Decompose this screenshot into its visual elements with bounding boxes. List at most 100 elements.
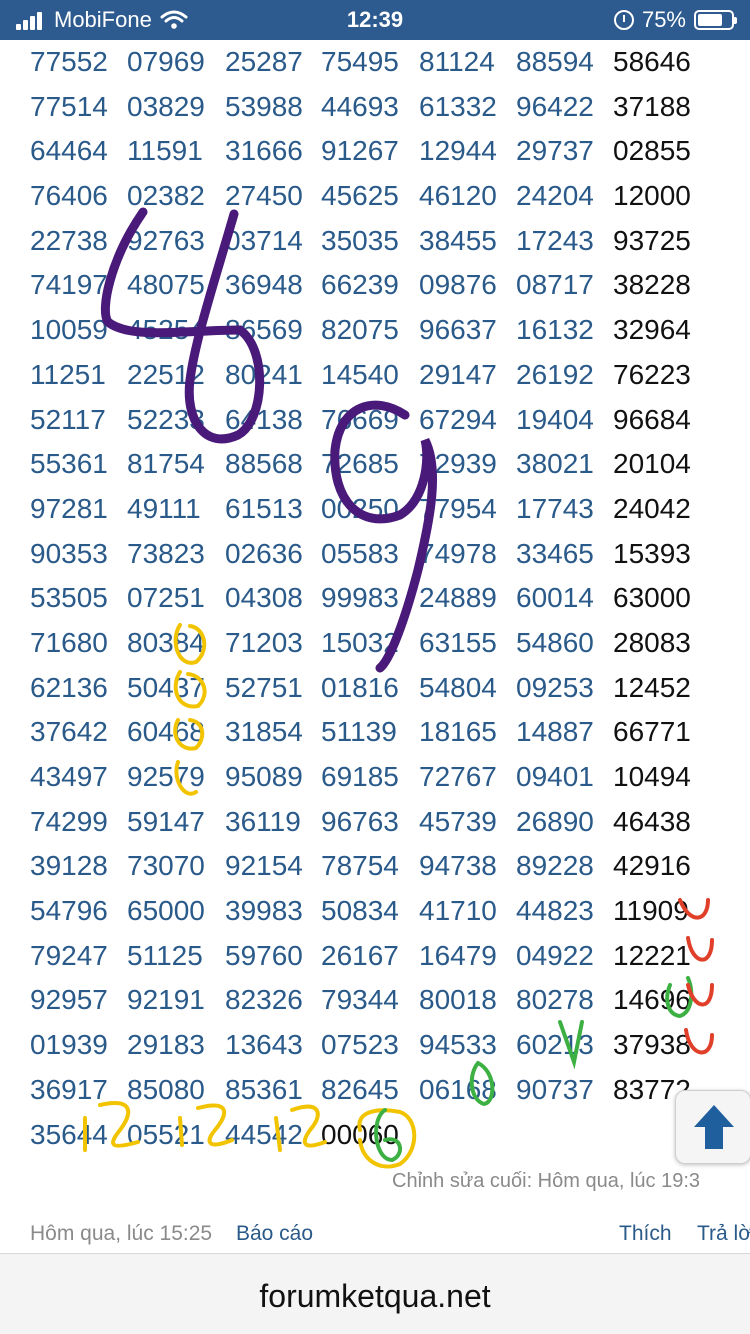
table-cell: 31854 xyxy=(225,716,303,748)
table-cell: 97281 xyxy=(30,492,108,524)
table-cell: 15032 xyxy=(321,626,399,658)
table-cell: 72767 xyxy=(419,761,497,792)
table-row: 77514 03829 53988 44693 61332 96422 37188 xyxy=(0,85,750,130)
browser-url[interactable]: forumketqua.net xyxy=(0,1278,750,1315)
table-cell: 07523 xyxy=(321,1029,399,1061)
table-cell: 71203 xyxy=(225,626,303,658)
reply-link[interactable]: Trả lờ xyxy=(697,1222,750,1246)
table-row: 97281 49111 61513 00250 77954 17743 24042 xyxy=(0,487,750,532)
table-cell: 96422 xyxy=(516,90,594,122)
table-cell: 60213 xyxy=(516,1029,594,1061)
table-row: 71680 80384 71203 15032 63155 54860 28083 xyxy=(0,621,750,666)
table-cell: 72685 xyxy=(321,448,399,480)
table-cell: 37642 xyxy=(30,716,108,748)
table-cell: 82326 xyxy=(225,984,303,1016)
status-bar: MobiFone 12:39 75% xyxy=(0,0,750,40)
post-timestamp: Hôm qua, lúc 15:25 xyxy=(30,1222,213,1245)
table-cell: 04308 xyxy=(225,582,303,614)
table-cell: 12221 xyxy=(613,939,691,971)
table-cell: 24042 xyxy=(613,492,691,524)
results-table: 77552 07969 25287 75495 81124 88594 58646 77514… xyxy=(0,40,750,1157)
table-cell: 29183 xyxy=(127,1029,205,1061)
table-cell: 54804 xyxy=(419,671,497,703)
table-cell: 52751 xyxy=(225,671,303,703)
table-cell: 93725 xyxy=(613,224,691,256)
table-cell: 13643 xyxy=(225,1029,303,1061)
table-cell: 52233 xyxy=(127,403,205,435)
table-cell: 26192 xyxy=(516,358,594,390)
table-cell: 74299 xyxy=(30,805,108,837)
table-cell: 94738 xyxy=(419,850,497,882)
scroll-to-top-button[interactable] xyxy=(675,1090,750,1164)
table-cell: 92579 xyxy=(127,761,205,792)
table-cell: 85080 xyxy=(127,1073,205,1105)
table-cell: 53988 xyxy=(225,90,303,122)
table-cell: 09401 xyxy=(516,761,594,792)
table-cell: 03829 xyxy=(127,90,205,122)
table-cell: 46120 xyxy=(419,180,497,212)
table-cell: 12944 xyxy=(419,135,497,167)
table-cell: 71680 xyxy=(30,626,108,658)
status-right: 75% xyxy=(613,7,737,33)
table-cell: 29147 xyxy=(419,358,497,390)
table-cell: 61513 xyxy=(225,492,303,524)
table-cell: 14887 xyxy=(516,716,594,748)
table-cell: 36917 xyxy=(30,1073,108,1105)
table-cell: 88568 xyxy=(225,448,303,480)
report-link[interactable]: Báo cáo xyxy=(236,1222,313,1245)
table-cell: 24204 xyxy=(516,180,594,212)
table-cell: 36119 xyxy=(225,805,301,837)
table-cell: 81124 xyxy=(419,46,495,77)
table-cell: 92957 xyxy=(30,984,108,1016)
table-cell: 17243 xyxy=(516,224,594,256)
table-cell: 91267 xyxy=(321,135,399,167)
table-cell: 80241 xyxy=(225,358,303,390)
browser-bottom-bar: forumketqua.net xyxy=(0,1253,750,1334)
table-row: 79247 51125 59760 26167 16479 04922 12221 xyxy=(0,934,750,979)
table-cell: 37938 xyxy=(613,1029,691,1061)
table-cell: 12000 xyxy=(613,180,691,212)
table-cell: 02855 xyxy=(613,135,691,167)
table-cell: 07251 xyxy=(127,582,205,614)
table-row: 43497 92579 95089 69185 72767 09401 10494 xyxy=(0,755,750,800)
table-cell: 76223 xyxy=(613,358,691,390)
table-cell: 92154 xyxy=(225,850,303,882)
table-cell: 96637 xyxy=(419,314,497,346)
table-cell: 52117 xyxy=(30,403,106,435)
table-cell: 99983 xyxy=(321,582,399,614)
table-cell: 35644 xyxy=(30,1118,108,1150)
table-cell: 08717 xyxy=(516,269,594,301)
table-cell: 22512 xyxy=(127,358,205,390)
table-row: 52117 52233 64138 76669 67294 19404 96684 xyxy=(0,398,750,443)
table-row: 74299 59147 36119 96763 45739 26890 46438 xyxy=(0,800,750,845)
table-cell: 09253 xyxy=(516,671,594,703)
like-link[interactable]: Thích xyxy=(619,1222,672,1246)
table-cell: 06168 xyxy=(419,1073,497,1105)
table-cell: 39128 xyxy=(30,850,108,882)
table-row: 55361 81754 88568 72685 72939 38021 20104 xyxy=(0,442,750,487)
table-cell: 38228 xyxy=(613,269,691,301)
table-cell: 81754 xyxy=(127,448,205,480)
table-row: 37642 60468 31854 51139 18165 14887 66771 xyxy=(0,710,750,755)
table-cell: 54796 xyxy=(30,895,108,927)
table-cell: 20104 xyxy=(613,448,691,480)
table-cell: 50834 xyxy=(321,895,399,927)
table-cell: 79344 xyxy=(321,984,399,1016)
table-cell: 92191 xyxy=(127,984,205,1016)
table-cell: 05521 xyxy=(127,1118,205,1150)
table-row: 36917 85080 85361 82645 06168 90737 83772 xyxy=(0,1068,750,1113)
table-cell: 64464 xyxy=(30,135,108,167)
table-cell: 94533 xyxy=(419,1029,497,1061)
table-cell: 75495 xyxy=(321,46,399,77)
table-cell: 64138 xyxy=(225,403,303,435)
table-cell: 62136 xyxy=(30,671,108,703)
alarm-icon xyxy=(613,10,634,30)
table-cell: 37188 xyxy=(613,90,691,122)
table-cell: 35035 xyxy=(321,224,399,256)
table-cell: 60468 xyxy=(127,716,205,748)
table-cell: 00060 xyxy=(321,1118,399,1150)
table-cell: 76406 xyxy=(30,180,108,212)
table-row: 76406 02382 27450 45625 46120 24204 12000 xyxy=(0,174,750,219)
table-row: 10059 45254 86569 82075 96637 16132 32964 xyxy=(0,308,750,353)
table-cell: 72939 xyxy=(419,448,497,480)
